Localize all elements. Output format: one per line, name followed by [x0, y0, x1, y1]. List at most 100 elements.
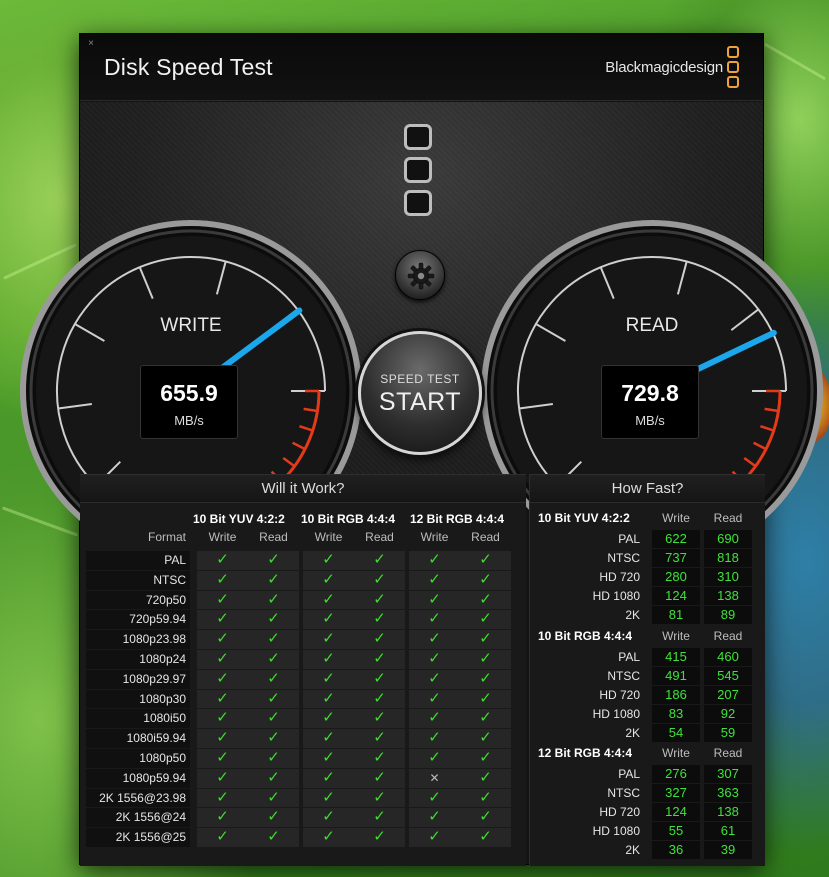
start-button[interactable]: SPEED TEST START: [358, 331, 482, 455]
work-column-header: Write: [208, 530, 237, 544]
how-fast-row: NTSC 327 363: [538, 784, 758, 803]
how-fast-read-header: Read: [713, 511, 743, 525]
work-column-header: Read: [471, 530, 500, 544]
cross-icon: ✕: [409, 768, 460, 788]
checkmark-icon: ✓: [354, 788, 405, 808]
format-column-header: Format: [147, 530, 186, 544]
checkmark-icon: ✓: [197, 590, 248, 610]
how-fast-format-label: PAL: [618, 532, 640, 546]
format-label: 2K 1556@23.98: [86, 788, 190, 808]
how-fast-read-value: 818: [704, 549, 752, 567]
how-fast-format-label: NTSC: [607, 551, 640, 565]
how-fast-write-value: 55: [652, 822, 700, 840]
checkmark-icon: ✓: [354, 808, 405, 828]
how-fast-write-value: 124: [652, 587, 700, 605]
checkmark-icon: ✓: [354, 590, 405, 610]
checkmark-icon: ✓: [248, 570, 299, 590]
how-fast-row: HD 720 186 207: [538, 686, 758, 705]
how-fast-write-header: Write: [662, 629, 690, 643]
checkmark-icon: ✓: [460, 828, 511, 847]
checkmark-icon: ✓: [248, 768, 299, 788]
format-label: 720p50: [86, 590, 190, 610]
work-group-heading: 10 Bit RGB 4:4:4: [301, 512, 396, 526]
gauge-panel: WRITE READ 655.9 MB/s 729.8 MB/s SPEED T…: [20, 102, 823, 541]
how-fast-write-value: 491: [652, 667, 700, 685]
checkmark-icon: ✓: [460, 551, 511, 570]
gauge-tick: [730, 308, 759, 331]
work-column-header: Write: [420, 530, 449, 544]
how-fast-write-value: 737: [652, 549, 700, 567]
checkmark-icon: ✓: [303, 788, 354, 808]
frog-eye: [772, 360, 829, 450]
leaf-vein: [3, 243, 77, 280]
how-fast-format-label: 2K: [625, 843, 640, 857]
will-it-work-panel: Will it Work? 10 Bit YUV 4:2:2 10 Bit RG…: [80, 474, 526, 866]
checkmark-icon: ✓: [409, 551, 460, 570]
table-row: 1080p30 ✓ ✓ ✓ ✓ ✓ ✓: [86, 689, 514, 710]
how-fast-read-value: 92: [704, 705, 752, 723]
checkmark-icon: ✓: [303, 570, 354, 590]
how-fast-format-label: NTSC: [607, 669, 640, 683]
how-fast-format-label: HD 720: [599, 570, 640, 584]
settings-button[interactable]: [395, 250, 445, 300]
table-row: 1080p23.98 ✓ ✓ ✓ ✓ ✓ ✓: [86, 630, 514, 650]
format-label: 720p59.94: [86, 610, 190, 630]
start-button-caption: SPEED TEST: [380, 372, 460, 386]
checkmark-icon: ✓: [409, 828, 460, 847]
how-fast-format-label: PAL: [618, 767, 640, 781]
format-label: PAL: [86, 551, 190, 570]
checkmark-icon: ✓: [354, 630, 405, 649]
checkmark-icon: ✓: [197, 709, 248, 729]
checkmark-icon: ✓: [303, 610, 354, 630]
how-fast-write-value: 415: [652, 648, 700, 666]
checkmark-icon: ✓: [197, 748, 248, 768]
how-fast-read-value: 59: [704, 724, 752, 742]
format-label: 2K 1556@24: [86, 808, 190, 828]
checkmark-icon: ✓: [248, 630, 299, 649]
checkmark-icon: ✓: [460, 709, 511, 729]
checkmark-icon: ✓: [354, 551, 405, 570]
gauge-redzone-tick: [303, 407, 318, 413]
checkmark-icon: ✓: [197, 630, 248, 649]
format-label: 1080p24: [86, 649, 190, 669]
how-fast-row: 2K 36 39: [538, 841, 758, 860]
checkmark-icon: ✓: [197, 689, 248, 709]
how-fast-row: HD 720 280 310: [538, 568, 758, 587]
how-fast-group: 10 Bit RGB 4:4:4 Write Read PAL 415 460 NTSC 49…: [538, 628, 758, 743]
gauge-tick: [519, 403, 553, 410]
gauge-tick: [599, 266, 615, 299]
gauge-redzone-tick: [299, 425, 314, 432]
format-label: 1080p50: [86, 748, 190, 768]
title-bar: × Disk Speed Test Blackmagicdesign: [80, 34, 763, 101]
table-row: PAL ✓ ✓ ✓ ✓ ✓ ✓: [86, 551, 514, 571]
checkmark-icon: ✓: [248, 709, 299, 729]
checkmark-icon: ✓: [303, 649, 354, 669]
checkmark-icon: ✓: [197, 570, 248, 590]
checkmark-icon: ✓: [460, 610, 511, 630]
checkmark-icon: ✓: [460, 590, 511, 610]
checkmark-icon: ✓: [460, 649, 511, 669]
blackmagic-squares-icon: [404, 124, 434, 223]
brand-name: Blackmagicdesign: [605, 59, 723, 76]
how-fast-row: PAL 415 460: [538, 648, 758, 667]
will-it-work-title: Will it Work?: [80, 475, 526, 503]
checkmark-icon: ✓: [248, 808, 299, 828]
checkmark-icon: ✓: [303, 768, 354, 788]
checkmark-icon: ✓: [197, 649, 248, 669]
write-speed-value: 655.9: [160, 380, 218, 406]
app-title: Disk Speed Test: [104, 54, 273, 80]
leaf-vein: [1, 506, 79, 537]
how-fast-read-value: 207: [704, 686, 752, 704]
how-fast-read-value: 307: [704, 765, 752, 783]
table-row: 1080p59.94 ✓ ✓ ✓ ✓ ✕ ✓: [86, 768, 514, 789]
write-speed-readout: 655.9 MB/s: [140, 365, 238, 439]
how-fast-read-value: 138: [704, 587, 752, 605]
checkmark-icon: ✓: [197, 828, 248, 847]
close-button[interactable]: ×: [86, 39, 96, 49]
checkmark-icon: ✓: [409, 649, 460, 669]
start-button-label: START: [378, 388, 462, 416]
how-fast-format-label: 2K: [625, 726, 640, 740]
how-fast-write-value: 186: [652, 686, 700, 704]
work-column-header: Read: [259, 530, 288, 544]
how-fast-read-header: Read: [713, 746, 743, 760]
